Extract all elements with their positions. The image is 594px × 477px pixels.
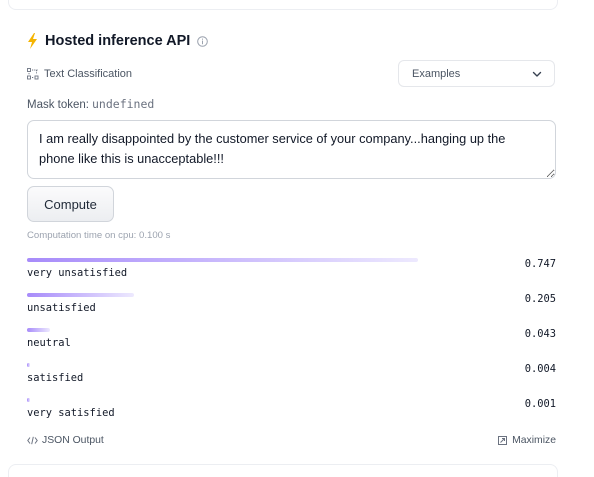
mask-token-label: Mask token: [27, 99, 89, 111]
examples-dropdown[interactable]: Examples [398, 60, 555, 87]
classification-results: very unsatisfied 0.747 unsatisfied 0.205 neu… [27, 252, 556, 427]
result-score: 0.004 [524, 363, 556, 375]
json-output-toggle[interactable]: JSON Output [27, 433, 104, 447]
result-label: neutral [27, 337, 71, 349]
input-textarea[interactable]: I am really disappointed by the customer… [27, 120, 556, 179]
result-score: 0.205 [524, 293, 556, 305]
result-bar [27, 328, 50, 332]
widget-header: Hosted inference API [27, 31, 209, 51]
result-label: very unsatisfied [27, 267, 128, 279]
maximize-label: Maximize [512, 434, 556, 446]
task-label: Text Classification [44, 68, 133, 80]
widget-title: Hosted inference API [45, 33, 191, 49]
inference-widget: Hosted inference API Text Classification… [27, 0, 556, 475]
result-score: 0.001 [524, 398, 556, 410]
chevron-down-icon [532, 69, 542, 79]
result-row: very unsatisfied 0.747 [27, 252, 556, 287]
result-label: very satisfied [27, 407, 115, 419]
result-bar [27, 293, 134, 297]
maximize-button[interactable]: Maximize [498, 433, 556, 447]
result-score: 0.747 [524, 258, 556, 270]
next-panel-edge [8, 464, 558, 477]
computation-time: Computation time on cpu: 0.100 s [27, 230, 171, 241]
bolt-icon [27, 33, 38, 49]
info-icon[interactable] [197, 35, 209, 47]
result-label: unsatisfied [27, 302, 96, 314]
result-label: satisfied [27, 372, 84, 384]
result-row: neutral 0.043 [27, 322, 556, 357]
examples-label: Examples [412, 67, 461, 80]
result-row: satisfied 0.004 [27, 357, 556, 392]
mask-token-value: undefined [92, 97, 155, 111]
result-row: unsatisfied 0.205 [27, 287, 556, 322]
mask-token: Mask token: undefined [27, 97, 154, 113]
compute-button[interactable]: Compute [27, 186, 114, 222]
result-score: 0.043 [524, 328, 556, 340]
result-row: very satisfied 0.001 [27, 392, 556, 427]
json-output-label: JSON Output [42, 434, 104, 446]
result-bar [27, 258, 418, 262]
result-bar [27, 363, 30, 367]
text-classification-icon [27, 68, 39, 80]
maximize-icon [498, 435, 508, 445]
task-type: Text Classification [27, 66, 132, 82]
code-icon [27, 436, 38, 445]
result-bar [27, 398, 30, 402]
